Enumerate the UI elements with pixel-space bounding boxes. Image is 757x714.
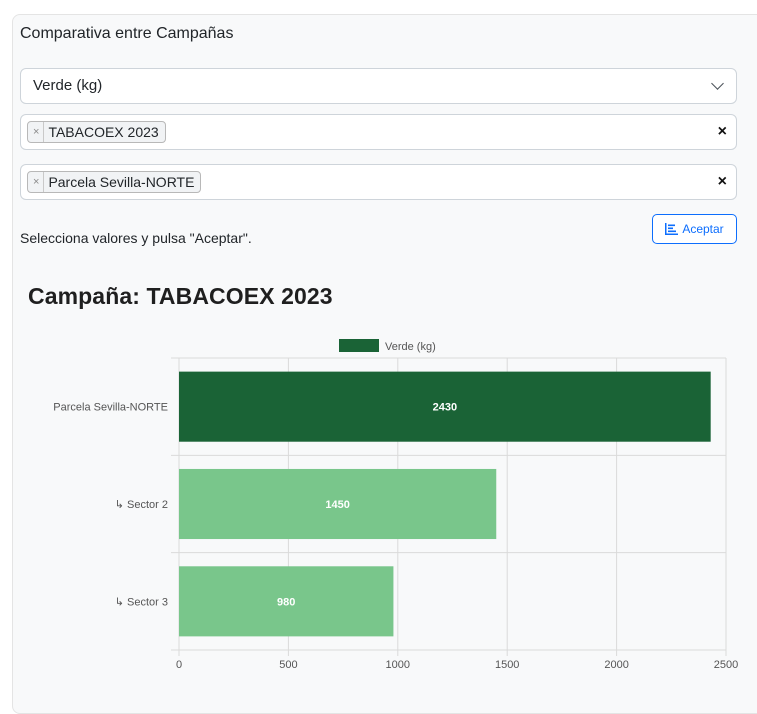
data-label: 1450 xyxy=(325,499,349,511)
y-tick-label: ↳ Sector 2 xyxy=(115,499,168,511)
bar-chart: 2430 Parcela Sevilla-NORTE 1450 ↳ Sector 2 9… xyxy=(53,339,738,671)
x-tick-label: 2000 xyxy=(604,659,628,671)
legend-swatch xyxy=(339,339,379,352)
y-tick-label: Parcela Sevilla-NORTE xyxy=(53,402,168,414)
x-tick-label: 1000 xyxy=(386,659,410,671)
data-label: 2430 xyxy=(433,402,457,414)
x-tick-label: 0 xyxy=(176,659,182,671)
data-label: 980 xyxy=(277,596,295,608)
x-tick-label: 1500 xyxy=(495,659,519,671)
x-tick-label: 2500 xyxy=(714,659,738,671)
y-tick-label: ↳ Sector 3 xyxy=(115,596,168,608)
x-tick-label: 500 xyxy=(279,659,297,671)
legend-label: Verde (kg) xyxy=(385,341,436,353)
